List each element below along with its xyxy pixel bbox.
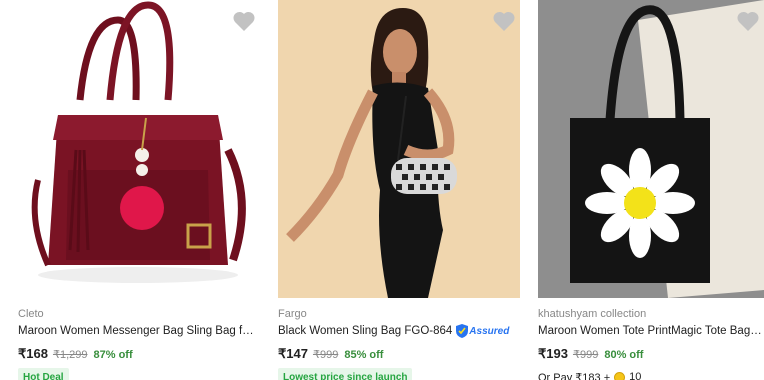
- product-price: ₹193: [538, 346, 568, 361]
- product-discount: 80% off: [604, 349, 644, 361]
- product-info: khatushyam collection Maroon Women Tote …: [538, 307, 764, 380]
- wishlist-heart-icon[interactable]: [736, 10, 760, 32]
- product-brand: Cleto: [18, 308, 44, 320]
- deal-badge: Lowest price since launch: [278, 368, 413, 380]
- wishlist-heart-icon[interactable]: [232, 10, 256, 32]
- product-title[interactable]: Black Women Sling Bag FGO-864: [278, 323, 452, 339]
- shield-icon: [456, 324, 469, 338]
- product-card[interactable]: Fargo Black Women Sling Bag FGO-864 Assu…: [278, 0, 520, 380]
- price-row: ₹168 ₹1,299 87% off: [18, 346, 260, 362]
- coin-count: 10: [629, 371, 642, 380]
- product-mrp: ₹999: [572, 349, 599, 361]
- product-image[interactable]: [18, 0, 260, 298]
- product-card[interactable]: Cleto Maroon Women Messenger Bag Sling B…: [18, 0, 260, 380]
- deal-badge: Hot Deal: [18, 368, 69, 380]
- wishlist-heart-icon[interactable]: [492, 10, 516, 32]
- assured-badge: Assured: [456, 324, 509, 338]
- model-with-sling-bag-image: [278, 0, 520, 298]
- product-title[interactable]: Maroon Women Tote PrintMagic Tote Bag fo…: [538, 323, 764, 339]
- price-row: ₹193 ₹999 80% off: [538, 346, 764, 362]
- product-discount: 87% off: [93, 349, 133, 361]
- product-image[interactable]: [538, 0, 764, 298]
- supercoin-pay-row: Or Pay ₹183 + 10: [538, 369, 764, 380]
- product-info: Cleto Maroon Women Messenger Bag Sling B…: [18, 307, 260, 380]
- product-price: ₹168: [18, 346, 48, 361]
- tote-bag-daisy-image: [538, 0, 764, 298]
- price-row: ₹147 ₹999 85% off: [278, 346, 520, 362]
- product-info: Fargo Black Women Sling Bag FGO-864 Assu…: [278, 307, 520, 380]
- product-mrp: ₹999: [312, 349, 339, 361]
- product-discount: 85% off: [344, 349, 384, 361]
- product-brand: khatushyam collection: [538, 308, 647, 320]
- product-card[interactable]: khatushyam collection Maroon Women Tote …: [538, 0, 764, 380]
- product-mrp: ₹1,299: [52, 349, 88, 361]
- pay-with-coins-text: Or Pay ₹183 +: [538, 371, 611, 380]
- assured-label: Assured: [469, 325, 510, 337]
- product-title[interactable]: Maroon Women Messenger Bag Sling Bag for…: [18, 323, 260, 339]
- supercoin-icon: [614, 371, 626, 380]
- product-brand: Fargo: [278, 308, 307, 320]
- product-grid: Cleto Maroon Women Messenger Bag Sling B…: [0, 0, 764, 380]
- product-image[interactable]: [278, 0, 520, 298]
- product-price: ₹147: [278, 346, 308, 361]
- maroon-handbag-image: [31, 1, 246, 283]
